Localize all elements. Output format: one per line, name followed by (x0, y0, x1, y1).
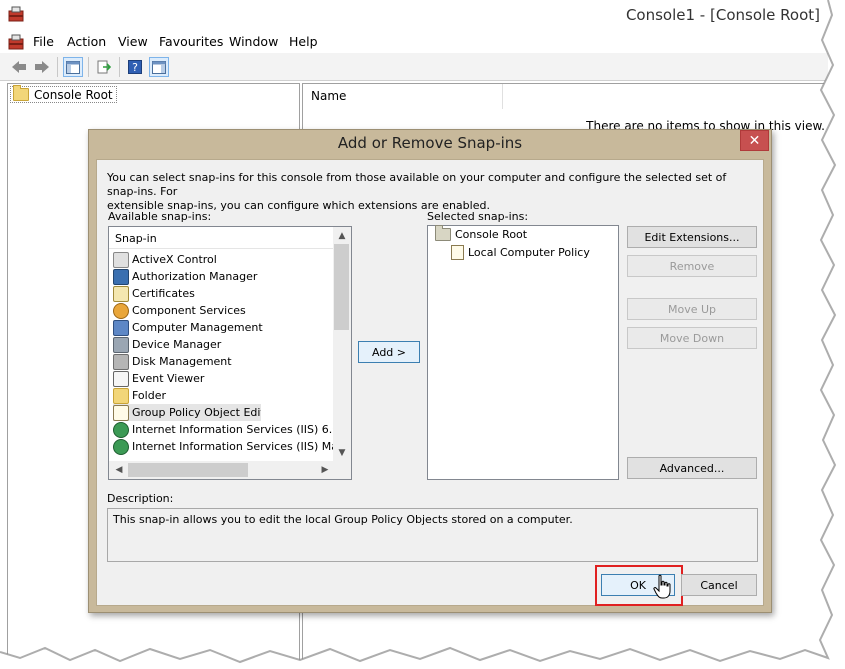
list-item[interactable]: Certificates (113, 285, 333, 302)
tree-item-label: Local Computer Policy (468, 246, 590, 259)
column-header-snapin[interactable]: Snap-in (109, 227, 333, 249)
intro-text: You can select snap-ins for this console… (107, 171, 747, 213)
toolbar-separator (119, 57, 120, 77)
list-item-label: Event Viewer (132, 372, 205, 385)
selected-tree-item-local-computer-policy[interactable]: Local Computer Policy (451, 245, 590, 260)
move-down-button[interactable]: Move Down (627, 327, 757, 349)
list-item[interactable]: Disk Management (113, 353, 333, 370)
selected-snapins-tree[interactable] (427, 225, 619, 480)
list-item[interactable]: Folder (113, 387, 333, 404)
list-item[interactable]: Computer Management (113, 319, 333, 336)
description-label: Description: (107, 492, 174, 505)
close-button[interactable]: ✕ (740, 130, 769, 151)
menu-view[interactable]: View (118, 34, 148, 49)
show-hide-tree-icon[interactable] (63, 57, 83, 77)
list-item[interactable]: Internet Information Services (IIS) Mana… (113, 438, 333, 455)
policy-document-icon (451, 245, 464, 260)
available-snapins-label: Available snap-ins: (108, 210, 212, 223)
svg-text:?: ? (132, 61, 138, 74)
list-item[interactable]: Event Viewer (113, 370, 333, 387)
hand-pointer-icon (652, 574, 674, 600)
list-item[interactable]: Device Manager (113, 336, 333, 353)
list-item-label: Authorization Manager (132, 270, 258, 283)
list-item-selected[interactable]: Group Policy Object Editor (113, 404, 261, 421)
menu-favourites[interactable]: Favourites (159, 34, 223, 49)
close-icon: ✕ (748, 132, 761, 149)
activex-control-icon (113, 251, 129, 268)
vertical-scroll-thumb[interactable] (334, 244, 349, 330)
list-item-label: Computer Management (132, 321, 263, 334)
horizontal-scroll-thumb[interactable] (128, 463, 248, 477)
list-item-label: Folder (132, 389, 166, 402)
list-item[interactable]: Internet Information Services (IIS) 6.0 … (113, 421, 333, 438)
dialog-title: Add or Remove Snap-ins (337, 134, 523, 152)
iis6-manager-icon (113, 421, 129, 438)
list-item-label: Certificates (132, 287, 195, 300)
component-services-icon (113, 302, 129, 319)
column-header-name[interactable]: Name (303, 84, 503, 109)
add-button[interactable]: Add > (358, 341, 420, 363)
description-box: This snap-in allows you to edit the loca… (107, 508, 758, 562)
window-title: Console1 - [Console Root] (625, 6, 820, 24)
certificates-icon (113, 285, 129, 302)
tree-item-label: Console Root (455, 228, 528, 241)
scroll-down-icon[interactable]: ▼ (333, 445, 351, 461)
intro-line-1: You can select snap-ins for this console… (107, 171, 727, 198)
menu-window[interactable]: Window (229, 34, 278, 49)
export-list-icon[interactable] (94, 57, 114, 77)
back-arrow-icon[interactable] (9, 57, 29, 77)
scroll-left-icon[interactable]: ◀ (110, 462, 128, 478)
tree-item-label: Console Root (34, 87, 113, 102)
system-menu-icon[interactable] (8, 34, 24, 50)
advanced-button[interactable]: Advanced... (627, 457, 757, 479)
menu-file[interactable]: File (33, 34, 54, 49)
event-viewer-icon (113, 370, 129, 387)
toolbar-separator (88, 57, 89, 77)
toolbar-separator (57, 57, 58, 77)
authorization-manager-icon (113, 268, 129, 285)
menu-action[interactable]: Action (67, 34, 106, 49)
help-icon[interactable]: ? (125, 57, 145, 77)
computer-management-icon (113, 319, 129, 336)
list-item-label: Internet Information Services (IIS) Mana… (132, 440, 333, 453)
list-item-label: ActiveX Control (132, 253, 217, 266)
folder-icon (13, 85, 29, 101)
tree-item-console-root[interactable]: Console Root (10, 85, 117, 103)
list-item-label: Internet Information Services (IIS) 6.0 … (132, 423, 333, 436)
scroll-up-icon[interactable]: ▲ (333, 228, 351, 244)
selected-tree-item-console-root[interactable]: Console Root (435, 225, 528, 241)
column-header-filler (504, 84, 828, 109)
forward-arrow-icon[interactable] (32, 57, 52, 77)
list-item[interactable]: Authorization Manager (113, 268, 333, 285)
list-item-label: Component Services (132, 304, 246, 317)
list-item-label: Disk Management (132, 355, 232, 368)
edit-extensions-button[interactable]: Edit Extensions... (627, 226, 757, 248)
folder-icon (113, 387, 129, 404)
scroll-right-icon[interactable]: ▶ (316, 462, 334, 478)
selected-snapins-label: Selected snap-ins: (427, 210, 529, 223)
action-pane-icon[interactable] (149, 57, 169, 77)
cancel-button[interactable]: Cancel (681, 574, 757, 596)
list-item-label: Group Policy Object Editor (132, 406, 261, 419)
remove-button[interactable]: Remove (627, 255, 757, 277)
list-item-label: Device Manager (132, 338, 222, 351)
list-item[interactable]: Component Services (113, 302, 333, 319)
disk-management-icon (113, 353, 129, 370)
iis-manager-icon (113, 438, 129, 455)
menu-help[interactable]: Help (289, 34, 318, 49)
move-up-button[interactable]: Move Up (627, 298, 757, 320)
device-manager-icon (113, 336, 129, 353)
list-item[interactable]: ActiveX Control (113, 251, 333, 268)
toolbox-app-icon (8, 6, 24, 22)
group-policy-icon (113, 404, 129, 421)
folder-icon (435, 225, 451, 241)
